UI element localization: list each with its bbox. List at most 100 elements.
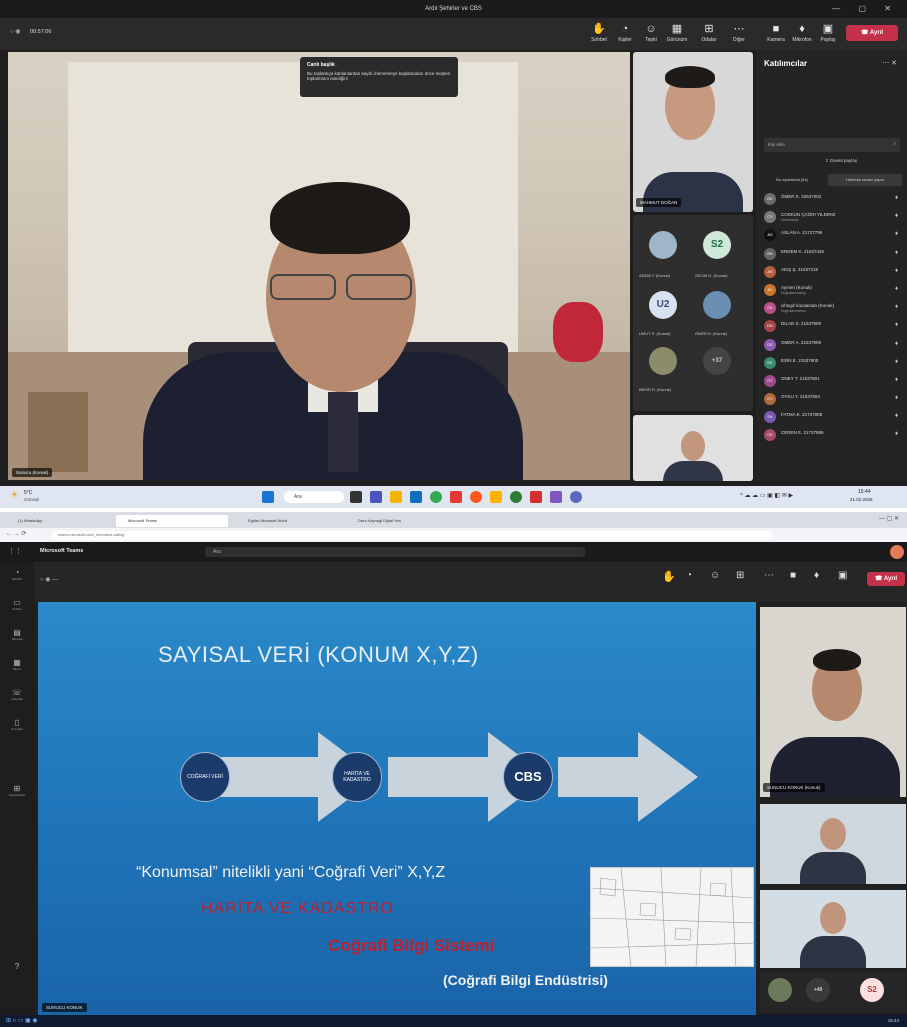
participant-row[interactable]: AS ASLAN A. 21727796 ♦ bbox=[762, 226, 904, 244]
browser-tab-2[interactable]: Microsoft Teams bbox=[116, 515, 228, 527]
browser-tab-1[interactable]: (1) WhatsApp bbox=[6, 515, 106, 527]
tab-in-meeting[interactable]: Bu toplantıda (54) bbox=[760, 174, 824, 186]
self-video-tile[interactable] bbox=[633, 415, 753, 481]
browser-window-controls[interactable]: — ▢ ✕ bbox=[879, 515, 899, 522]
mic-button[interactable]: ♦ Mikrofon bbox=[789, 22, 815, 48]
rail-apps[interactable]: ⊞ Uygulamalar bbox=[8, 784, 26, 804]
opera-icon[interactable] bbox=[470, 491, 482, 503]
view-button[interactable]: ▦ Görünüm bbox=[664, 22, 690, 48]
react-button[interactable]: ☺ Tepki bbox=[638, 22, 664, 48]
edge-icon[interactable] bbox=[410, 491, 422, 503]
camera-icon-bottom[interactable]: ■ bbox=[790, 570, 796, 581]
start-button[interactable] bbox=[262, 491, 274, 503]
participant-row[interactable]: OE OMER A. 21537909 ♦ bbox=[762, 336, 904, 354]
live-caption-notification[interactable]: Canlı başlık Bu toplantıya katılanlardan… bbox=[300, 57, 458, 97]
rail-calendar[interactable]: ▦ Takvim bbox=[8, 658, 26, 678]
rail-teams[interactable]: ▤ Takımlar bbox=[8, 628, 26, 648]
participant-row[interactable]: ÖK ÖMER K. 22537002 ♦ bbox=[762, 190, 904, 208]
participant-row[interactable]: CK cihngiz kocaaman (Konuk) Doğrulanmamış ♦ bbox=[762, 299, 904, 317]
participant-row[interactable]: AY Aymen (Konuk) Doğrulanmamış ♦ bbox=[762, 281, 904, 299]
participant-row[interactable]: AS AKIŞ Ş. 21537219 ♦ bbox=[762, 263, 904, 281]
start-icon-bottom[interactable]: ⊞ ⌕ ▭ ▣ ◉ bbox=[6, 1017, 38, 1025]
people-icon-bottom[interactable]: ◔ bbox=[686, 570, 692, 581]
mic-muted-icon[interactable]: ♦ bbox=[895, 359, 898, 365]
participant-row[interactable]: OT ONEY T. 21537801 ♦ bbox=[762, 372, 904, 390]
mic-muted-icon[interactable]: ♦ bbox=[895, 377, 898, 383]
participant-photo-4[interactable] bbox=[703, 291, 731, 319]
mic-muted-icon[interactable]: ♦ bbox=[895, 268, 898, 274]
participant-photo-bottom[interactable] bbox=[768, 978, 792, 1002]
teams-search-input[interactable]: Ara bbox=[205, 547, 585, 557]
rail-chat[interactable]: ▭ Sohbet bbox=[8, 598, 26, 618]
raise-hand-icon[interactable]: ✋ bbox=[662, 570, 676, 583]
more-button[interactable]: ⋯ Diğer bbox=[726, 22, 752, 48]
participant-row[interactable]: FA FATMA E. 21737808 ♦ bbox=[762, 408, 904, 426]
more-participants-badge[interactable]: +37 bbox=[703, 347, 731, 375]
mic-muted-icon[interactable]: ♦ bbox=[895, 195, 898, 201]
app-icon-blue[interactable] bbox=[570, 491, 582, 503]
participant-photo-1[interactable] bbox=[649, 231, 677, 259]
close-icon[interactable]: ⋯ ✕ bbox=[882, 59, 897, 67]
participant-avatar-u2[interactable]: U2 bbox=[649, 291, 677, 319]
mic-muted-icon[interactable]: ♦ bbox=[895, 413, 898, 419]
participant-row[interactable]: EE ESİN E. 21537800 ♦ bbox=[762, 354, 904, 372]
app-icon-purple[interactable] bbox=[550, 491, 562, 503]
participant-row[interactable]: OY OYKU Y. 21537804 ♦ bbox=[762, 390, 904, 408]
task-view-icon[interactable] bbox=[350, 491, 362, 503]
leave-button[interactable]: ☎ Ayrıl bbox=[846, 25, 898, 41]
share-button[interactable]: ▣ Paylaş bbox=[815, 22, 841, 48]
more-participants-bottom[interactable]: +48 bbox=[806, 978, 830, 1002]
camera-button[interactable]: ■ Kamera bbox=[763, 22, 789, 48]
rail-activity[interactable]: ◔ Etkinlik bbox=[8, 568, 26, 588]
mic-muted-icon[interactable]: ♦ bbox=[895, 395, 898, 401]
people-button[interactable]: ◔ Kişiler bbox=[612, 22, 638, 48]
participant-row[interactable]: CY COSKUN ÇAĞRI YILDIRIZ Düzenleyici ♦ bbox=[762, 208, 904, 226]
taskbar-search[interactable]: Ara bbox=[284, 491, 344, 503]
video-tile-top[interactable]: MAHMUT DOĞAN bbox=[633, 52, 753, 212]
mic-muted-icon[interactable]: ♦ bbox=[895, 286, 898, 292]
leave-button-bottom[interactable]: ☎ Ayrıl bbox=[867, 572, 905, 586]
rail-calls[interactable]: ☏ Aramalar bbox=[8, 688, 26, 708]
mic-muted-icon[interactable]: ♦ bbox=[895, 213, 898, 219]
app-icon-green[interactable] bbox=[510, 491, 522, 503]
app-icon-powerpoint[interactable] bbox=[530, 491, 542, 503]
share-invite-button[interactable]: ⇪ Daveti paylaş bbox=[786, 158, 896, 168]
browser-tab-4[interactable]: Ders Kaynagi Dijital Veri bbox=[346, 515, 458, 527]
app-grid-icon[interactable]: ⋮⋮ bbox=[8, 547, 22, 555]
app-icon-yellow[interactable] bbox=[490, 491, 502, 503]
browser-tab-3[interactable]: Egitim Microsoft Word bbox=[236, 515, 336, 527]
nav-buttons[interactable]: ← → ⟳ bbox=[6, 530, 26, 537]
participant-photo-5[interactable] bbox=[649, 347, 677, 375]
file-explorer-icon[interactable] bbox=[390, 491, 402, 503]
participant-row[interactable]: EK ERDEM K. 21537425 ♦ bbox=[762, 245, 904, 263]
mic-muted-icon[interactable]: ♦ bbox=[895, 431, 898, 437]
teams-icon[interactable] bbox=[370, 491, 382, 503]
participant-avatar-s2[interactable]: S2 bbox=[703, 231, 731, 259]
chat-button[interactable]: ✋ Sohbet bbox=[586, 22, 612, 48]
mic-muted-icon[interactable]: ♦ bbox=[895, 231, 898, 237]
profile-avatar[interactable] bbox=[890, 545, 904, 559]
system-tray-icons[interactable]: ^ ☁ ☁ ▭ ▣ ◧ ✉ ▶ bbox=[740, 492, 793, 499]
mic-muted-icon[interactable]: ♦ bbox=[895, 250, 898, 256]
url-field[interactable]: teams.microsoft.com/_#/modern-calling bbox=[52, 531, 772, 540]
rooms-button[interactable]: ⊞ Odalar bbox=[696, 22, 722, 48]
mic-muted-icon[interactable]: ♦ bbox=[895, 304, 898, 310]
share-icon-bottom[interactable]: ▣ bbox=[838, 570, 847, 581]
more-icon-bottom[interactable]: ⋯ bbox=[764, 570, 774, 581]
rail-files[interactable]: ▯ Dosyalar bbox=[8, 718, 26, 738]
rail-help[interactable]: ? bbox=[8, 962, 26, 982]
react-icon-bottom[interactable]: ☺ bbox=[710, 570, 720, 581]
mic-muted-icon[interactable]: ♦ bbox=[895, 341, 898, 347]
window-controls[interactable]: — ▢ ✕ bbox=[832, 0, 899, 18]
participant-search-input[interactable]: Kişi ekle ⌕ bbox=[764, 138, 900, 152]
view-icon-bottom[interactable]: ⊞ bbox=[736, 570, 744, 581]
meeting-info-icon[interactable]: ○ ◉ — bbox=[40, 576, 58, 583]
chrome-icon[interactable] bbox=[430, 491, 442, 503]
mic-muted-icon[interactable]: ♦ bbox=[895, 322, 898, 328]
participant-avatar-s2-bottom[interactable]: S2 bbox=[860, 978, 884, 1002]
right-video-2[interactable] bbox=[760, 804, 906, 884]
participant-row[interactable]: CE CEREN E. 21737895 ♦ bbox=[762, 426, 904, 444]
right-video-3[interactable] bbox=[760, 890, 906, 968]
mic-icon-bottom[interactable]: ♦ bbox=[814, 570, 819, 581]
app-icon-red[interactable] bbox=[450, 491, 462, 503]
